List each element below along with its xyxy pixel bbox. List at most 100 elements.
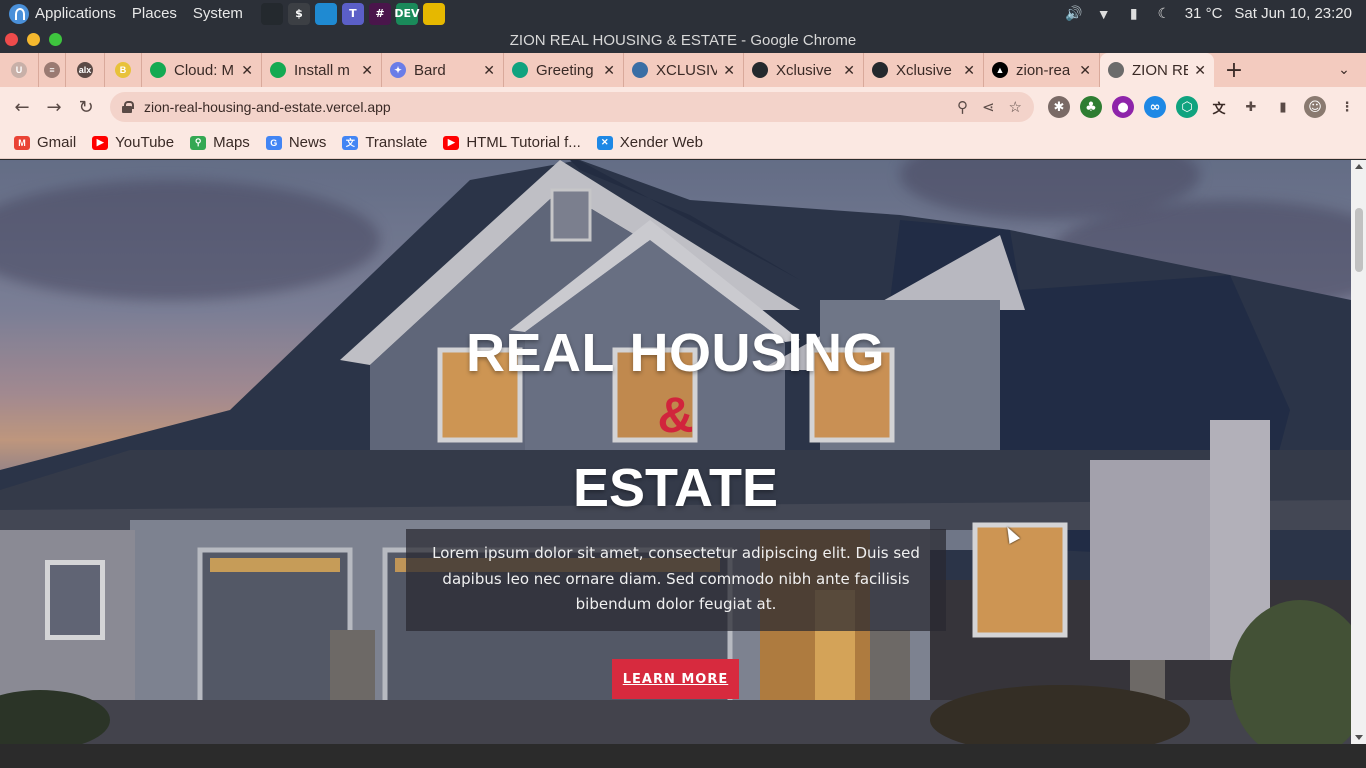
page-scrollbar[interactable] [1351, 160, 1366, 744]
slack-icon[interactable]: # [368, 2, 391, 25]
scroll-thumb[interactable] [1355, 208, 1363, 272]
bookmark-item[interactable]: 文 Translate [342, 134, 427, 151]
moon-weather-icon: ☾ [1157, 5, 1170, 21]
temperature-label[interactable]: 31 °C [1185, 5, 1223, 22]
app-launchers: $ T # DEV [260, 2, 445, 25]
bookmark-item[interactable]: ✕ Xender Web [596, 134, 703, 151]
learn-more-button[interactable]: LEARN MORE [612, 659, 739, 699]
share-icon[interactable]: ⋖ [982, 98, 995, 116]
news-icon: G [265, 135, 282, 150]
bookmark-label: Xender Web [619, 134, 703, 151]
vscode-icon[interactable] [314, 2, 337, 25]
browser-toolbar: ← → ↻ zion-real-housing-and-estate.verce… [0, 87, 1366, 127]
close-window-button[interactable] [5, 33, 18, 46]
browser-tab[interactable]: Install m ✕ [262, 53, 382, 87]
close-tab-icon[interactable]: ✕ [477, 62, 495, 79]
clock-label[interactable]: Sat Jun 10, 23:20 [1234, 5, 1352, 22]
forward-icon[interactable]: → [38, 91, 70, 123]
purple-extension-icon[interactable]: ● [1112, 96, 1134, 118]
close-tab-icon[interactable]: ✕ [355, 62, 373, 79]
bookmark-item[interactable]: ▶ YouTube [92, 134, 174, 151]
system-menu[interactable]: System [193, 5, 243, 22]
volume-icon[interactable]: 🔊 [1065, 5, 1083, 22]
scroll-up-arrow-icon[interactable] [1355, 164, 1363, 169]
close-tab-icon[interactable]: ✕ [717, 62, 735, 79]
browser-tab[interactable]: ≡ [39, 53, 66, 87]
github-tab-icon [752, 62, 768, 78]
browser-tab-strip: U ≡ alx B Cloud: M ✕ Install m ✕ ✦ Bard ✕ Greeting ✕… [0, 53, 1366, 87]
bookmark-item[interactable]: G News [265, 134, 326, 151]
browser-tab[interactable]: Greeting ✕ [504, 53, 624, 87]
tab-title: Bard [414, 61, 446, 79]
close-tab-icon[interactable]: ✕ [957, 62, 975, 79]
browser-tab[interactable]: ✦ Bard ✕ [382, 53, 504, 87]
bug-extension-icon[interactable]: ✱ [1048, 96, 1070, 118]
os-menu-bar: Applications Places System [0, 3, 259, 24]
side-panel-icon[interactable]: ▮ [1272, 96, 1294, 118]
places-menu[interactable]: Places [132, 5, 177, 22]
teams-icon[interactable]: T [341, 2, 364, 25]
chrome-icon[interactable] [422, 2, 445, 25]
zoom-icon[interactable]: ⚲ [957, 98, 968, 116]
browser-tab[interactable]: XCLUSIV ✕ [624, 53, 744, 87]
tab-search-chevron-icon[interactable]: ⌄ [1322, 53, 1366, 87]
window-bottom-strip [0, 744, 1366, 768]
browser-tab[interactable]: U [0, 53, 39, 87]
distro-logo-icon[interactable] [9, 3, 29, 24]
ulauncher-tab-icon: U [11, 62, 27, 78]
hexagon-extension-icon[interactable]: ⬡ [1176, 96, 1198, 118]
tree-extension-icon[interactable]: ♣ [1080, 96, 1102, 118]
github-icon[interactable] [260, 2, 283, 25]
xender-icon: ✕ [596, 135, 613, 150]
close-tab-icon[interactable]: ✕ [1188, 62, 1206, 79]
edge-dev-icon[interactable]: DEV [394, 2, 420, 25]
browser-tab[interactable]: Xclusive ✕ [864, 53, 984, 87]
github-tab-icon [872, 62, 888, 78]
maximize-window-button[interactable] [49, 33, 62, 46]
url-text[interactable]: zion-real-housing-and-estate.vercel.app [144, 99, 391, 115]
close-tab-icon[interactable]: ✕ [1073, 62, 1091, 79]
browser-tab[interactable]: alx [66, 53, 105, 87]
alx-tab-icon: alx [77, 62, 93, 78]
minimize-window-button[interactable] [27, 33, 40, 46]
close-tab-icon[interactable]: ✕ [597, 62, 615, 79]
page-viewport: REAL HOUSING & ESTATE Lorem ipsum dolor … [0, 160, 1351, 744]
new-tab-button[interactable]: + [1214, 53, 1254, 87]
applications-menu[interactable]: Applications [35, 5, 116, 22]
browser-tab[interactable]: B [105, 53, 142, 87]
scroll-down-arrow-icon[interactable] [1355, 735, 1363, 740]
active-tab[interactable]: ZION RE ✕ [1100, 53, 1214, 87]
bookmark-item[interactable]: ⚲ Maps [190, 134, 250, 151]
puzzle-extensions-icon[interactable]: ✚ [1240, 96, 1262, 118]
battery-icon[interactable]: ▮ [1125, 5, 1143, 22]
bookmark-item[interactable]: ▶ HTML Tutorial f... [443, 134, 581, 151]
profile-avatar-icon[interactable]: ☺ [1304, 96, 1326, 118]
tab-title: Greeting [536, 61, 594, 79]
translate-extension-icon[interactable]: 文 [1208, 96, 1230, 118]
address-bar[interactable]: zion-real-housing-and-estate.vercel.app … [110, 92, 1034, 122]
wifi-icon[interactable]: ▼ [1095, 6, 1113, 22]
bookmark-star-icon[interactable]: ☆ [1009, 98, 1022, 116]
bard-tab-icon: ✦ [390, 62, 406, 78]
lock-icon[interactable] [122, 101, 134, 113]
browser-tab[interactable]: Cloud: M ✕ [142, 53, 262, 87]
tab-title: zion-rea [1016, 61, 1071, 79]
globe-tab-icon [1108, 62, 1124, 78]
bookmark-label: Maps [213, 134, 250, 151]
browser-tab[interactable]: Xclusive ✕ [744, 53, 864, 87]
terminal-icon[interactable]: $ [287, 2, 310, 25]
infinity-extension-icon[interactable]: ∞ [1144, 96, 1166, 118]
bookmark-item[interactable]: M Gmail [14, 134, 76, 151]
browser-tab[interactable]: ▲ zion-rea ✕ [984, 53, 1100, 87]
bookmark-label: YouTube [115, 134, 175, 151]
close-tab-icon[interactable]: ✕ [235, 62, 253, 79]
reload-icon[interactable]: ↻ [70, 91, 102, 123]
youtube-icon: ▶ [443, 135, 460, 150]
window-titlebar: ZION REAL HOUSING & ESTATE - Google Chro… [0, 27, 1366, 53]
tab-title: Cloud: M [174, 61, 235, 79]
more-menu-icon[interactable]: ⋮ [1336, 96, 1358, 118]
close-tab-icon[interactable]: ✕ [837, 62, 855, 79]
mongodb-tab-icon [270, 62, 286, 78]
back-icon[interactable]: ← [6, 91, 38, 123]
youtube-icon: ▶ [92, 135, 109, 150]
